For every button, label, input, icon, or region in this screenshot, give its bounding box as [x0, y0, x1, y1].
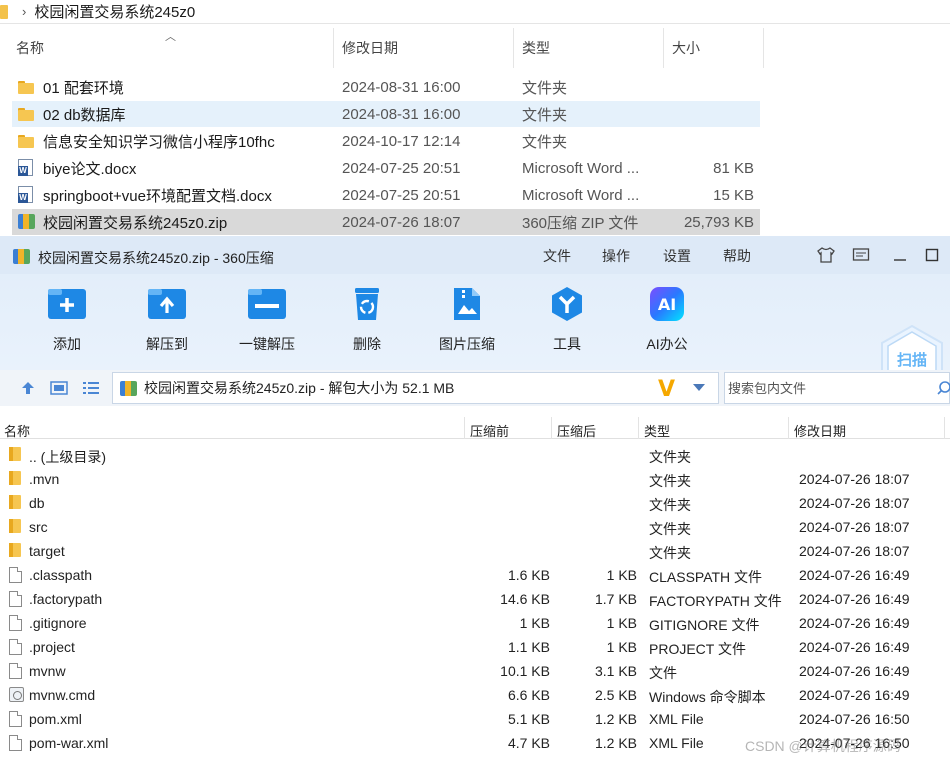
- v-logo-icon[interactable]: V: [658, 377, 675, 402]
- search-input[interactable]: [725, 380, 925, 396]
- tools-icon: [547, 286, 587, 322]
- archive-row[interactable]: .mvn 文件夹 2024-07-26 18:07: [0, 467, 950, 491]
- up-arrow-icon[interactable]: [18, 379, 38, 397]
- breadcrumb[interactable]: › 校园闲置交易系统245z0: [0, 0, 950, 24]
- delete-button[interactable]: 删除: [327, 286, 407, 356]
- file-icon: [9, 639, 22, 655]
- column-type[interactable]: 类型: [514, 28, 664, 68]
- folder-icon: [9, 447, 21, 461]
- column-divider[interactable]: [638, 417, 639, 439]
- menu-settings[interactable]: 设置: [663, 246, 691, 266]
- column-divider[interactable]: [944, 417, 945, 439]
- column-size[interactable]: 大小: [664, 28, 764, 68]
- file-icon: [9, 591, 22, 607]
- file-icon: [9, 711, 22, 727]
- folder-icon: [9, 543, 21, 557]
- chevron-down-icon[interactable]: [693, 384, 705, 391]
- toolbar: 添加 解压到 一键解压 删除 图片压缩 工具 AI AI办公 扫描: [0, 274, 950, 394]
- archive-row[interactable]: src 文件夹 2024-07-26 18:07: [0, 515, 950, 539]
- thumbnail-view-icon[interactable]: [49, 379, 69, 397]
- zip-archive-icon: [120, 380, 138, 396]
- col-name[interactable]: 名称: [4, 421, 30, 440]
- scan-label: 扫描: [897, 351, 927, 369]
- file-icon: [9, 567, 22, 583]
- explorer-row[interactable]: 信息安全知识学习微信小程序10fhc 2024-10-17 12:14 文件夹: [12, 128, 760, 154]
- archive-row[interactable]: mvnw 10.1 KB 3.1 KB 文件 2024-07-26 16:49: [0, 659, 950, 683]
- archive-row[interactable]: target 文件夹 2024-07-26 18:07: [0, 539, 950, 563]
- menu-help[interactable]: 帮助: [723, 246, 751, 266]
- menu-file[interactable]: 文件: [543, 246, 571, 266]
- archive-row[interactable]: .gitignore 1 KB 1 KB GITIGNORE 文件 2024-0…: [0, 611, 950, 635]
- file-icon: [9, 663, 22, 679]
- window-title: 校园闲置交易系统245z0.zip - 360压缩: [38, 250, 274, 266]
- skin-shirt-icon[interactable]: [816, 245, 836, 265]
- column-date[interactable]: 修改日期: [334, 28, 514, 68]
- search-field[interactable]: [724, 372, 950, 404]
- column-divider[interactable]: [551, 417, 552, 439]
- chevron-right-icon: ›: [22, 4, 27, 19]
- ai-office-icon: AI: [647, 286, 687, 322]
- watermark: CSDN @计算机程序源码: [745, 738, 901, 754]
- breadcrumb-current[interactable]: 校园闲置交易系统245z0: [34, 1, 195, 22]
- archive-path-field[interactable]: 校园闲置交易系统245z0.zip - 解包大小为 52.1 MB V: [112, 372, 719, 404]
- explorer-column-header: ︿ 名称 修改日期 类型 大小: [0, 28, 765, 68]
- archive-row[interactable]: pom.xml 5.1 KB 1.2 KB XML File 2024-07-2…: [0, 707, 950, 731]
- folder-icon: [18, 135, 34, 148]
- explorer-row[interactable]: springboot+vue环境配置文档.docx 2024-07-25 20:…: [12, 182, 760, 208]
- search-icon[interactable]: [937, 380, 950, 401]
- zip-archive-window: 校园闲置交易系统245z0.zip - 360压缩 文件 操作 设置 帮助 添加: [0, 236, 950, 761]
- archive-row[interactable]: .classpath 1.6 KB 1 KB CLASSPATH 文件 2024…: [0, 563, 950, 587]
- archive-list-header: 名称 压缩前 压缩后 类型 修改日期: [0, 417, 950, 439]
- column-divider[interactable]: [464, 417, 465, 439]
- image-compress-button[interactable]: 图片压缩: [427, 286, 507, 356]
- word-document-icon: [18, 186, 33, 203]
- archive-row[interactable]: mvnw.cmd 6.6 KB 2.5 KB Windows 命令脚本 2024…: [0, 683, 950, 707]
- tools-button[interactable]: 工具: [527, 286, 607, 356]
- maximize-icon[interactable]: [922, 245, 942, 265]
- col-type[interactable]: 类型: [644, 421, 670, 440]
- col-before[interactable]: 压缩前: [470, 421, 509, 440]
- archive-row[interactable]: .project 1.1 KB 1 KB PROJECT 文件 2024-07-…: [0, 635, 950, 659]
- recycle-bin-icon: [347, 286, 387, 322]
- folder-icon: [9, 519, 21, 533]
- folder-icon: [9, 495, 21, 509]
- folder-icon: [18, 81, 34, 94]
- address-bar: 校园闲置交易系统245z0.zip - 解包大小为 52.1 MB V: [0, 370, 950, 406]
- archive-row[interactable]: .factorypath 14.6 KB 1.7 KB FACTORYPATH …: [0, 587, 950, 611]
- col-after[interactable]: 压缩后: [557, 421, 596, 440]
- folder-icon: [9, 471, 21, 485]
- extract-to-icon: [147, 286, 187, 322]
- word-document-icon: [18, 159, 33, 176]
- cmd-script-icon: [9, 687, 24, 702]
- list-view-icon[interactable]: [81, 379, 101, 397]
- one-click-extract-button[interactable]: 一键解压: [227, 286, 307, 356]
- add-icon: [47, 286, 87, 322]
- extract-to-button[interactable]: 解压到: [127, 286, 207, 356]
- explorer-row-selected[interactable]: 校园闲置交易系统245z0.zip 2024-07-26 18:07 360压缩…: [12, 209, 760, 235]
- add-button[interactable]: 添加: [27, 286, 107, 356]
- minimize-icon[interactable]: [890, 245, 910, 265]
- menu-operation[interactable]: 操作: [602, 246, 630, 266]
- ai-badge-text: AI: [658, 295, 676, 314]
- message-icon[interactable]: [851, 245, 871, 265]
- one-click-extract-icon: [247, 286, 287, 322]
- ai-office-button[interactable]: AI AI办公: [627, 286, 707, 356]
- folder-icon: [0, 4, 8, 19]
- archive-row[interactable]: db 文件夹 2024-07-26 18:07: [0, 491, 950, 515]
- file-icon: [9, 615, 22, 631]
- column-divider[interactable]: [788, 417, 789, 439]
- title-bar[interactable]: 校园闲置交易系统245z0.zip - 360压缩 文件 操作 设置 帮助: [0, 236, 950, 274]
- image-compress-icon: [447, 286, 487, 322]
- zip-archive-icon: [18, 213, 35, 230]
- explorer-row[interactable]: biye论文.docx 2024-07-25 20:51 Microsoft W…: [12, 155, 760, 181]
- app-zip-icon: [13, 248, 31, 264]
- file-icon: [9, 735, 22, 751]
- archive-row[interactable]: .. (上级目录) 文件夹: [0, 443, 950, 467]
- explorer-row[interactable]: 01 配套环境 2024-08-31 16:00 文件夹: [12, 74, 760, 100]
- col-date[interactable]: 修改日期: [794, 421, 846, 440]
- explorer-row[interactable]: 02 db数据库 2024-08-31 16:00 文件夹: [12, 101, 760, 127]
- folder-icon: [18, 108, 34, 121]
- file-explorer: › 校园闲置交易系统245z0 ︿ 名称 修改日期 类型 大小 01 配套环境 …: [0, 0, 950, 236]
- column-name[interactable]: 名称: [8, 28, 334, 68]
